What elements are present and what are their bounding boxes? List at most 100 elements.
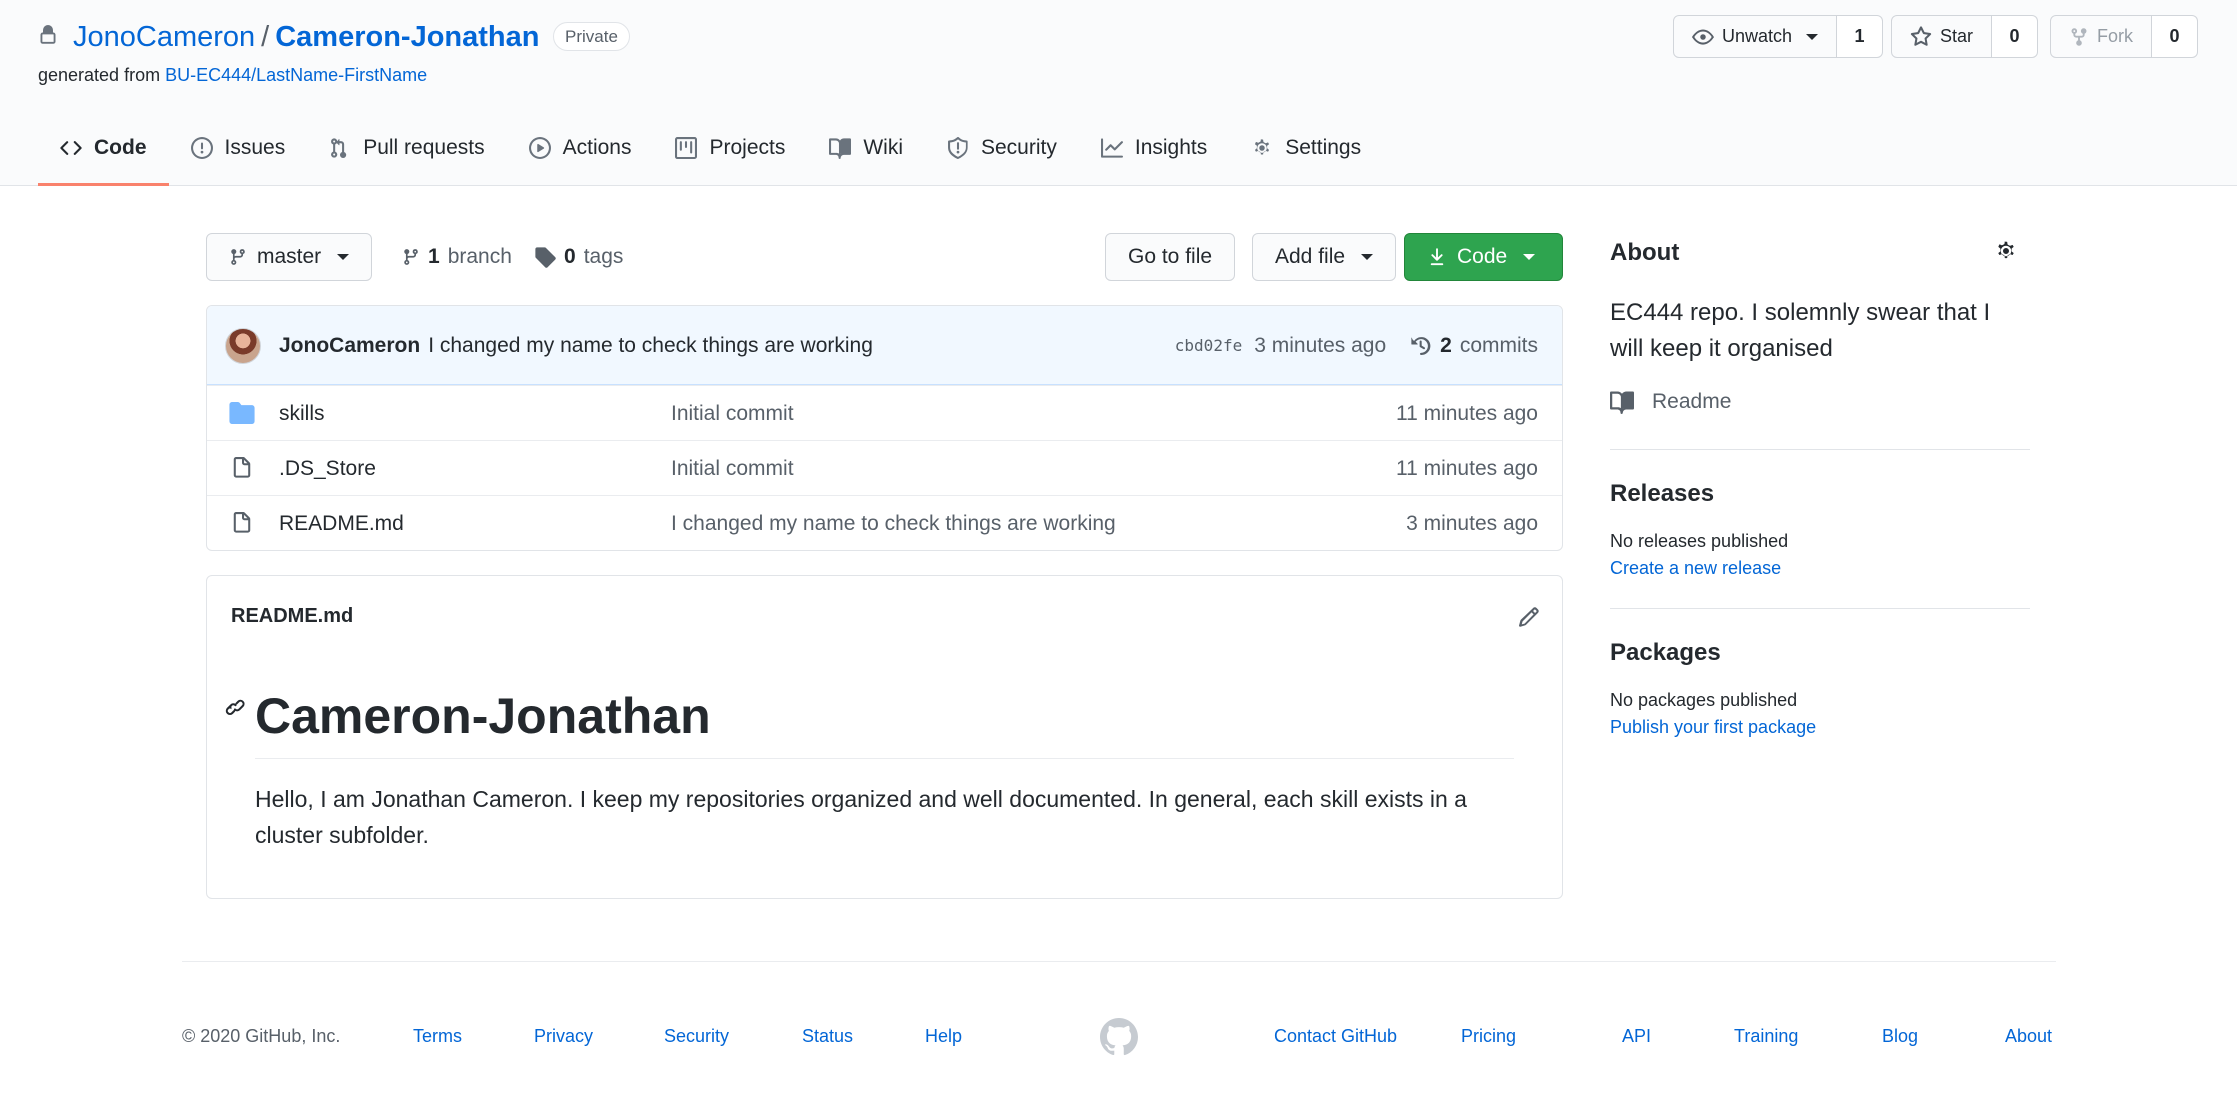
link-icon[interactable]	[225, 698, 247, 720]
generated-from-label: generated from	[38, 65, 161, 85]
eye-icon	[1692, 26, 1714, 48]
watch-group: Unwatch 1	[1673, 15, 1884, 58]
footer-link-privacy[interactable]: Privacy	[534, 1023, 593, 1049]
footer-link-contact[interactable]: Contact GitHub	[1274, 1023, 1397, 1049]
shield-icon	[947, 136, 969, 159]
footer-link-training[interactable]: Training	[1734, 1023, 1798, 1049]
footer-link-about[interactable]: About	[2005, 1023, 2052, 1049]
generated-from: generated from BU-EC444/LastName-FirstNa…	[38, 63, 427, 87]
tab-label: Projects	[709, 135, 786, 159]
branch-label: branch	[447, 245, 512, 268]
tab-code[interactable]: Code	[38, 112, 169, 186]
avatar[interactable]	[225, 328, 261, 364]
main-content: master 1 branch 0 tags Go to file Add fi…	[206, 233, 1563, 899]
commit-message-link[interactable]: I changed my name to check things are wo…	[428, 334, 873, 357]
file-commit-message[interactable]: Initial commit	[671, 386, 794, 441]
file-name-link[interactable]: skills	[279, 386, 325, 441]
readme-link-label: Readme	[1652, 390, 1732, 413]
star-count[interactable]: 0	[1992, 15, 2039, 58]
file-name-link[interactable]: README.md	[279, 496, 404, 550]
commit-age: 3 minutes ago	[1254, 333, 1387, 357]
repo-name-link[interactable]: Cameron-Jonathan	[275, 21, 539, 53]
about-header: About	[1610, 233, 2030, 273]
gear-icon	[1251, 137, 1273, 159]
play-icon	[528, 136, 551, 159]
latest-commit-text: JonoCameron I changed my name to check th…	[279, 306, 873, 385]
commit-author-link[interactable]: JonoCameron	[279, 334, 420, 357]
issue-icon	[190, 136, 213, 159]
commit-count: 2	[1440, 333, 1452, 357]
add-file-label: Add file	[1275, 245, 1346, 268]
footer-link-security[interactable]: Security	[664, 1023, 729, 1049]
go-to-file-button[interactable]: Go to file	[1105, 233, 1236, 281]
tab-actions[interactable]: Actions	[507, 112, 654, 186]
file-name-link[interactable]: .DS_Store	[279, 441, 376, 496]
pull-request-icon	[329, 137, 351, 159]
tab-wiki[interactable]: Wiki	[807, 112, 925, 186]
code-download-button[interactable]: Code	[1404, 233, 1563, 281]
footer-link-status[interactable]: Status	[802, 1023, 853, 1049]
watcher-count[interactable]: 1	[1837, 15, 1884, 58]
fork-count[interactable]: 0	[2152, 15, 2198, 58]
file-commit-message[interactable]: Initial commit	[671, 441, 794, 496]
tab-settings[interactable]: Settings	[1229, 112, 1383, 186]
tab-label: Insights	[1134, 135, 1208, 159]
divider	[1610, 449, 2030, 450]
lock-icon	[38, 23, 58, 47]
tab-label: Security	[981, 135, 1057, 159]
star-group: Star 0	[1891, 15, 2039, 58]
file-navigation: master 1 branch 0 tags Go to file Add fi…	[206, 233, 1563, 281]
list-item[interactable]: README.md I changed my name to check thi…	[207, 495, 1562, 550]
tab-issues[interactable]: Issues	[169, 112, 308, 186]
commit-history-link[interactable]: 2 commits	[1410, 334, 1538, 358]
footer-link-api[interactable]: API	[1622, 1023, 1651, 1049]
repo-owner-link[interactable]: JonoCameron	[73, 21, 255, 53]
list-item[interactable]: .DS_Store Initial commit 11 minutes ago	[207, 440, 1562, 495]
list-item[interactable]: skills Initial commit 11 minutes ago	[207, 385, 1562, 440]
readme-link[interactable]: Readme	[1610, 381, 2030, 423]
divider	[1610, 608, 2030, 609]
footer-link-blog[interactable]: Blog	[1882, 1023, 1918, 1049]
fork-group: Fork 0	[2050, 15, 2198, 58]
chevron-down-icon	[1523, 254, 1536, 260]
file-commit-message[interactable]: I changed my name to check things are wo…	[671, 496, 1116, 550]
commit-meta: cbd02fe 3 minutes ago 2 commits	[1175, 306, 1538, 385]
template-repo-link[interactable]: BU-EC444/LastName-FirstName	[165, 65, 427, 85]
repo-header: JonoCameron / Cameron-Jonathan Private gen…	[0, 0, 2237, 186]
latest-commit-bar: JonoCameron I changed my name to check th…	[207, 306, 1562, 385]
publish-package-link[interactable]: Publish your first package	[1610, 717, 1816, 737]
footer-link-terms[interactable]: Terms	[413, 1023, 462, 1049]
footer-link-help[interactable]: Help	[925, 1023, 962, 1049]
project-icon	[675, 136, 698, 159]
packages-title[interactable]: Packages	[1610, 633, 2030, 673]
releases-title[interactable]: Releases	[1610, 474, 2030, 514]
star-button[interactable]: Star	[1891, 15, 1993, 58]
star-label: Star	[1940, 26, 1974, 46]
gear-icon[interactable]	[1994, 239, 2018, 263]
tab-pull-requests[interactable]: Pull requests	[307, 112, 506, 186]
branches-link[interactable]: 1 branch	[402, 233, 512, 281]
unwatch-button[interactable]: Unwatch	[1673, 15, 1838, 58]
branch-name: master	[257, 245, 322, 268]
github-logo-icon[interactable]	[1100, 1018, 1138, 1056]
tags-link[interactable]: 0 tags	[534, 233, 623, 281]
add-file-button[interactable]: Add file	[1252, 233, 1397, 281]
pencil-icon[interactable]	[1518, 606, 1540, 628]
chevron-down-icon	[1806, 33, 1819, 40]
commit-sha-link[interactable]: cbd02fe	[1175, 336, 1242, 355]
commit-label: commits	[1459, 333, 1538, 357]
tab-insights[interactable]: Insights	[1079, 112, 1229, 186]
footer-link-pricing[interactable]: Pricing	[1461, 1023, 1516, 1049]
tab-projects[interactable]: Projects	[653, 112, 807, 186]
file-icon	[229, 457, 255, 479]
create-release-link[interactable]: Create a new release	[1610, 558, 1781, 578]
fork-button[interactable]: Fork	[2050, 15, 2152, 58]
tab-security[interactable]: Security	[925, 112, 1079, 186]
packages-empty-text: No packages published	[1610, 690, 1798, 710]
repo-tabs: Code Issues Pull requests Actions Projec…	[38, 112, 1383, 186]
star-icon	[1910, 25, 1932, 48]
chevron-down-icon	[337, 254, 350, 260]
copyright: © 2020 GitHub, Inc.	[182, 1026, 341, 1046]
code-button-label: Code	[1457, 245, 1508, 268]
branch-select-button[interactable]: master	[206, 233, 373, 281]
